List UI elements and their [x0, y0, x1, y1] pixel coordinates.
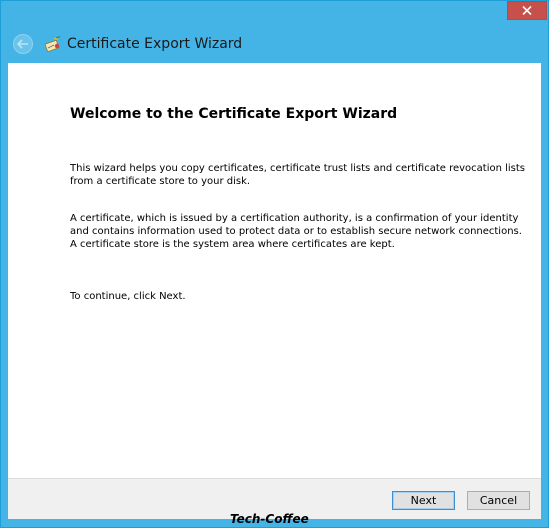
certificate-wizard-icon: [44, 36, 61, 52]
wizard-content: Welcome to the Certificate Export Wizard…: [8, 63, 541, 479]
close-button[interactable]: [507, 1, 547, 20]
page-heading: Welcome to the Certificate Export Wizard: [70, 106, 398, 122]
wizard-title: Certificate Export Wizard: [67, 36, 243, 52]
back-button[interactable]: [13, 34, 33, 54]
close-icon: [522, 6, 532, 15]
watermark-text: Tech-Coffee: [230, 512, 309, 526]
certificate-description-paragraph: A certificate, which is issued by a cert…: [70, 213, 522, 250]
continue-instruction: To continue, click Next.: [70, 291, 186, 302]
back-arrow-icon: [17, 39, 28, 49]
next-button[interactable]: Next: [392, 491, 455, 510]
cancel-button[interactable]: Cancel: [467, 491, 530, 510]
wizard-window: Certificate Export Wizard Welcome to the…: [0, 0, 549, 528]
wizard-header: Certificate Export Wizard: [7, 29, 542, 63]
intro-paragraph: This wizard helps you copy certificates,…: [70, 163, 526, 187]
